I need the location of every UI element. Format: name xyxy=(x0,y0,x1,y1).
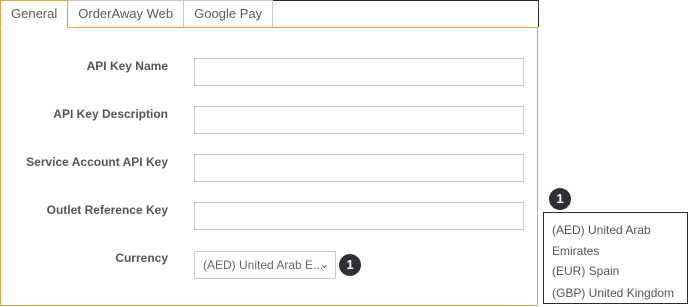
tab-strip-frame xyxy=(248,0,539,27)
tab-bar: General OrderAway Web Google Pay xyxy=(0,0,274,28)
tab-general[interactable]: General xyxy=(0,0,69,28)
currency-option-gbp[interactable]: (GBP) United Kingdom xyxy=(552,286,674,301)
outlet-reference-key-label: Outlet Reference Key xyxy=(46,203,168,217)
tab-orderaway-web[interactable]: OrderAway Web xyxy=(67,0,185,27)
currency-option-aed[interactable]: (AED) United Arab Emirates xyxy=(552,220,651,262)
service-account-api-key-label: Service Account API Key xyxy=(26,155,168,169)
callout-badge-dropdown: 1 xyxy=(549,188,571,210)
service-account-api-key-input[interactable] xyxy=(194,154,524,182)
api-key-description-label: API Key Description xyxy=(53,107,168,121)
tab-google-pay[interactable]: Google Pay xyxy=(183,0,274,27)
currency-dropdown-list: (AED) United Arab Emirates (EUR) Spain (… xyxy=(543,212,688,304)
currency-label: Currency xyxy=(115,251,168,265)
api-key-description-input[interactable] xyxy=(194,106,524,134)
outlet-reference-key-input[interactable] xyxy=(194,202,524,230)
currency-select[interactable]: (AED) United Arab E... ⌄ xyxy=(194,251,336,279)
api-key-name-label: API Key Name xyxy=(86,59,168,73)
callout-badge-currency: 1 xyxy=(339,254,361,276)
currency-option-eur[interactable]: (EUR) Spain xyxy=(552,264,619,279)
api-key-name-input[interactable] xyxy=(194,58,524,86)
currency-selected-value: (AED) United Arab E... xyxy=(203,258,324,272)
chevron-down-icon: ⌄ xyxy=(319,259,329,271)
